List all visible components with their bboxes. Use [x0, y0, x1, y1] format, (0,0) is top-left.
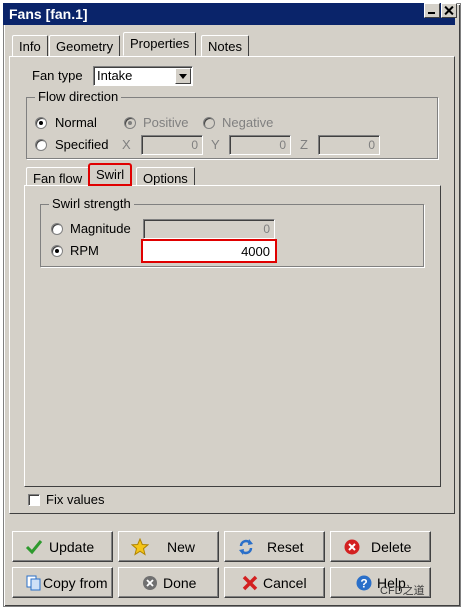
- update-button[interactable]: Update: [12, 531, 113, 562]
- help-icon: ?: [356, 575, 372, 591]
- cancel-icon: [242, 575, 258, 591]
- fan-type-value: Intake: [97, 68, 133, 83]
- normal-radio[interactable]: [35, 117, 47, 129]
- refresh-icon: [239, 539, 253, 555]
- tab-notes[interactable]: Notes: [201, 35, 249, 57]
- checkmark-icon: [25, 540, 43, 555]
- tab-geometry[interactable]: Geometry: [49, 35, 121, 57]
- positive-radio[interactable]: [124, 117, 136, 129]
- delete-icon: [344, 539, 360, 555]
- done-button[interactable]: Done: [118, 567, 219, 598]
- svg-text:?: ?: [360, 577, 367, 591]
- minimize-icon[interactable]: [424, 3, 440, 18]
- positive-label: Positive: [143, 115, 189, 130]
- tab-info[interactable]: Info: [12, 35, 48, 57]
- copy-from-label: Copy from: [43, 575, 108, 591]
- tab-properties[interactable]: Properties: [123, 32, 197, 56]
- delete-label: Delete: [371, 539, 412, 555]
- chevron-down-icon[interactable]: [175, 68, 191, 84]
- reset-label: Reset: [267, 539, 304, 555]
- magnitude-radio[interactable]: [51, 223, 63, 235]
- rpm-radio[interactable]: [51, 245, 63, 257]
- watermark: CFD之道: [380, 585, 425, 597]
- rpm-label: RPM: [70, 243, 99, 258]
- negative-radio[interactable]: [203, 117, 215, 129]
- x-label: X: [122, 137, 131, 152]
- magnitude-field[interactable]: 0: [143, 219, 275, 239]
- subtab-swirl[interactable]: Swirl: [87, 163, 133, 186]
- fix-values-label: Fix values: [46, 492, 105, 507]
- y-label: Y: [211, 137, 220, 152]
- star-icon: [131, 538, 149, 556]
- flow-direction-label: Flow direction: [35, 89, 122, 104]
- new-button[interactable]: New: [118, 531, 219, 562]
- done-icon: [143, 576, 157, 590]
- cancel-label: Cancel: [263, 575, 307, 591]
- fix-values-checkbox[interactable]: [28, 494, 40, 506]
- rpm-field[interactable]: 4000: [141, 239, 277, 263]
- y-field[interactable]: 0: [229, 135, 291, 155]
- close-icon[interactable]: [441, 3, 457, 18]
- window-title: Fans [fan.1]: [9, 6, 88, 22]
- specified-label: Specified: [55, 137, 109, 152]
- z-label: Z: [300, 137, 308, 152]
- x-field[interactable]: 0: [141, 135, 203, 155]
- reset-button[interactable]: Reset: [224, 531, 325, 562]
- swirl-strength-label: Swirl strength: [49, 196, 134, 211]
- delete-button[interactable]: Delete: [330, 531, 431, 562]
- fan-type-select[interactable]: Intake: [93, 66, 193, 86]
- title-bar: Fans [fan.1]: [3, 3, 455, 25]
- copy-from-button[interactable]: Copy from: [12, 567, 113, 598]
- copy-icon: [26, 575, 41, 591]
- magnitude-label: Magnitude: [70, 221, 131, 236]
- negative-label: Negative: [222, 115, 274, 130]
- new-label: New: [167, 539, 196, 555]
- normal-label: Normal: [55, 115, 97, 130]
- fan-type-label: Fan type: [32, 68, 83, 83]
- z-field[interactable]: 0: [318, 135, 380, 155]
- specified-radio[interactable]: [35, 139, 47, 151]
- cancel-button[interactable]: Cancel: [224, 567, 325, 598]
- update-label: Update: [49, 539, 95, 555]
- done-label: Done: [163, 575, 197, 591]
